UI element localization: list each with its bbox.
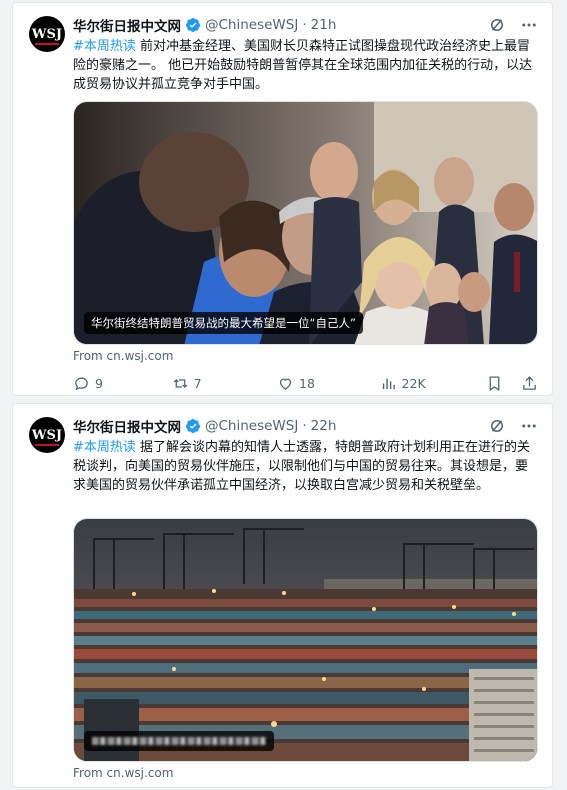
bookmark-icon[interactable] xyxy=(486,375,503,392)
grok-icon[interactable] xyxy=(488,417,506,435)
views-button[interactable]: 22K xyxy=(380,375,486,392)
source-link[interactable]: From cn.wsj.com xyxy=(73,766,173,780)
repost-icon xyxy=(173,378,187,388)
tweet-card[interactable]: WSJ 华尔街日报中文网 @ChineseWSJ · 22h #本周热读 据了解… xyxy=(12,403,553,788)
hashtag-link[interactable]: #本周热读 xyxy=(73,39,136,54)
author-handle[interactable]: @ChineseWSJ xyxy=(205,17,298,33)
share-icon[interactable] xyxy=(521,375,538,392)
tweet-image[interactable] xyxy=(73,518,538,762)
verified-badge-icon xyxy=(186,18,201,32)
author-handle[interactable]: @ChineseWSJ xyxy=(205,418,298,434)
tweet-header: 华尔街日报中文网 @ChineseWSJ · 22h xyxy=(73,415,538,437)
image-caption: 华尔街终结特朗普贸易战的最大希望是一位“自己人” xyxy=(84,312,363,334)
avatar[interactable]: WSJ xyxy=(29,16,65,52)
reply-button[interactable]: 9 xyxy=(73,375,172,392)
hashtag-link[interactable]: #本周热读 xyxy=(73,440,136,455)
source-link[interactable]: From cn.wsj.com xyxy=(73,349,173,363)
tweet-card[interactable]: WSJ 华尔街日报中文网 @ChineseWSJ · 21h #本周热读 前对冲… xyxy=(12,2,553,396)
views-icon xyxy=(382,378,395,389)
author-name[interactable]: 华尔街日报中文网 xyxy=(73,416,181,436)
avatar[interactable]: WSJ xyxy=(29,417,65,453)
tweet-image[interactable]: 华尔街终结特朗普贸易战的最大希望是一位“自己人” xyxy=(73,101,538,345)
reply-icon xyxy=(75,377,88,390)
repost-button[interactable]: 7 xyxy=(172,375,277,392)
like-icon xyxy=(279,378,292,390)
image-caption xyxy=(84,731,274,751)
verified-badge-icon xyxy=(186,419,201,433)
grok-icon[interactable] xyxy=(488,16,506,34)
more-icon[interactable] xyxy=(520,16,538,34)
like-button[interactable]: 18 xyxy=(277,375,380,392)
tweet-text: #本周热读 据了解会谈内幕的知情人士透露，特朗普政府计划利用正在进行的关税谈判，… xyxy=(73,440,531,493)
tweet-header: 华尔街日报中文网 @ChineseWSJ · 21h xyxy=(73,14,538,36)
timestamp[interactable]: 21h xyxy=(311,17,337,33)
tweet-actions: 9 7 18 22K xyxy=(73,373,538,393)
tweet-text: #本周热读 前对冲基金经理、美国财长贝森特正试图操盘现代政治经济史上最冒险的豪赌… xyxy=(73,39,533,92)
timestamp[interactable]: 22h xyxy=(311,418,337,434)
more-icon[interactable] xyxy=(520,417,538,435)
author-name[interactable]: 华尔街日报中文网 xyxy=(73,15,181,35)
